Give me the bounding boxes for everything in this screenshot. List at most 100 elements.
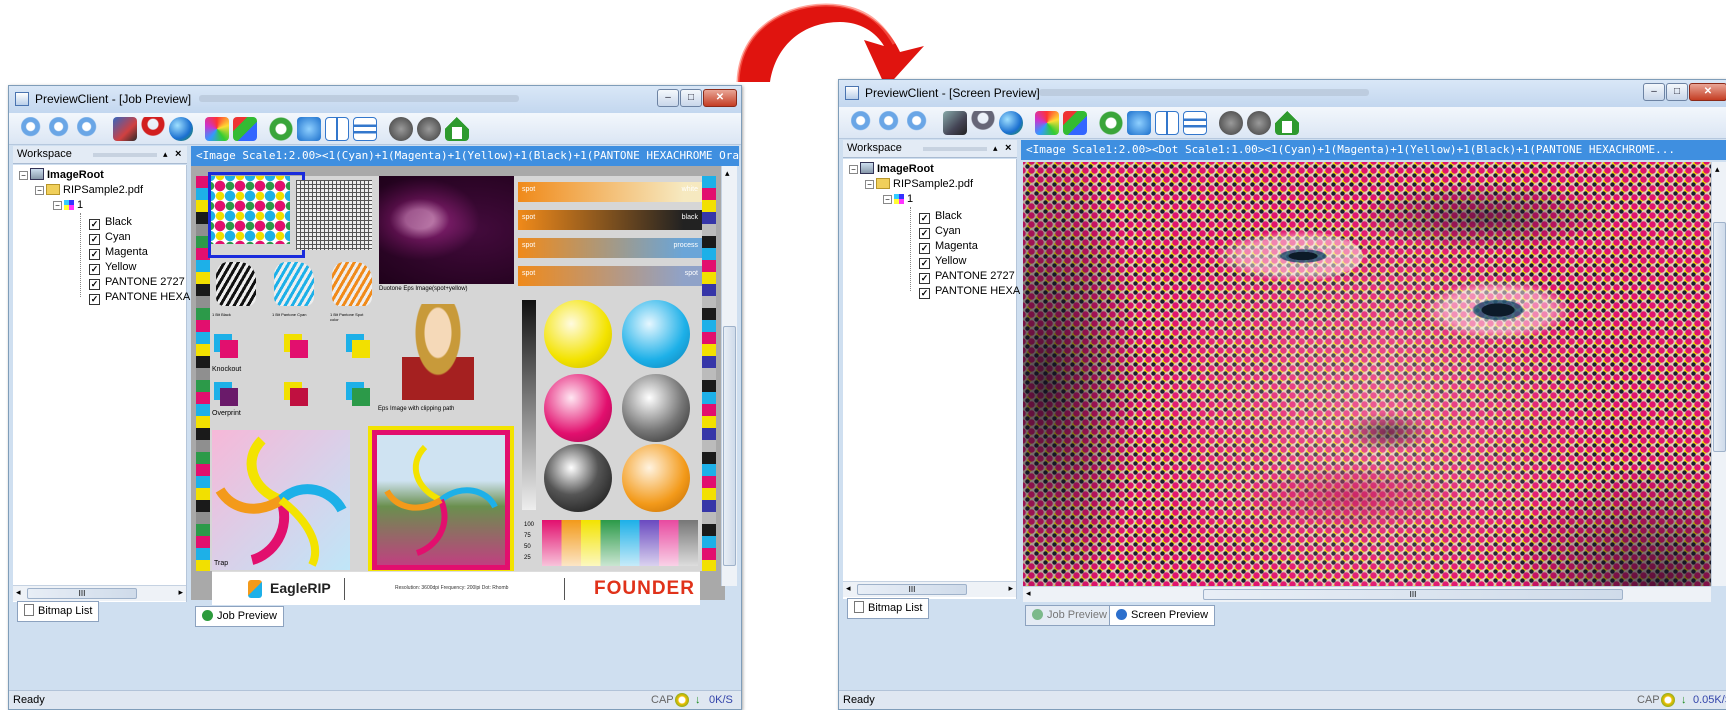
zoom-out-icon[interactable] <box>879 111 903 135</box>
tree-root[interactable]: − ImageRoot <box>19 168 104 182</box>
sep-pantone-2727[interactable]: ✓ PANTONE 2727 <box>919 269 1015 284</box>
bitmap-icon <box>24 604 34 616</box>
sep-magenta[interactable]: ✓ Magenta <box>89 245 148 260</box>
job-preview-tab[interactable]: Job Preview <box>1025 605 1114 626</box>
vscroll-thumb[interactable] <box>723 326 736 566</box>
back-icon[interactable] <box>1219 111 1243 135</box>
workspace-grip <box>923 147 987 151</box>
app-icon <box>15 92 29 106</box>
eaglerip-logo-icon <box>248 580 262 598</box>
forward-icon[interactable] <box>417 117 441 141</box>
zoom-fit-icon[interactable] <box>77 117 101 141</box>
gray-scale-strip <box>522 300 536 510</box>
rows-icon[interactable] <box>1183 111 1207 135</box>
preview-vscroll[interactable]: ▴ <box>721 166 737 586</box>
hscroll-thumb[interactable]: III <box>1203 589 1623 600</box>
color-sep-icon[interactable] <box>1063 111 1087 135</box>
screen-preview-tab[interactable]: Screen Preview <box>1109 605 1216 626</box>
sep-magenta[interactable]: ✓ Magenta <box>919 239 978 254</box>
page-icon[interactable] <box>297 117 321 141</box>
preview-hscroll[interactable]: ◂ III <box>1023 586 1711 602</box>
back-icon[interactable] <box>389 117 413 141</box>
screen-icon[interactable] <box>113 117 137 141</box>
sep-black[interactable]: ✓ Black <box>89 215 132 230</box>
zoom-in-icon[interactable] <box>851 111 875 135</box>
tree-page[interactable]: −1 <box>883 192 913 206</box>
magnet-icon[interactable] <box>971 111 995 135</box>
tree-file[interactable]: − RIPSample2.pdf <box>865 177 973 191</box>
maximize-button[interactable]: □ <box>1666 83 1688 101</box>
palette-icon[interactable] <box>205 117 229 141</box>
close-button[interactable]: ✕ <box>1689 83 1726 101</box>
clipping-path-caption: Eps Image with clipping path <box>378 406 455 412</box>
image-root-icon <box>30 168 44 180</box>
palette-icon[interactable] <box>1035 111 1059 135</box>
home-icon[interactable] <box>445 117 469 141</box>
clipping-path-photo <box>402 304 474 400</box>
speed-text: 0.05K/S <box>1693 694 1726 706</box>
bitmap-list-tab[interactable]: Bitmap List <box>17 601 100 622</box>
speed-text: 0K/S <box>709 694 733 706</box>
close-button[interactable]: ✕ <box>703 89 737 107</box>
columns-icon[interactable] <box>1155 111 1179 135</box>
workspace-hscroll[interactable]: ◂ III ▸ <box>843 581 1016 597</box>
scroll-thumb[interactable]: III <box>27 588 137 599</box>
spot-bar-4: spot spot <box>518 266 702 286</box>
tree-root[interactable]: − ImageRoot <box>849 162 934 176</box>
columns-icon[interactable] <box>325 117 349 141</box>
close-pane-icon[interactable]: × <box>1005 140 1011 157</box>
duotone-photo <box>379 176 514 284</box>
vscroll-thumb[interactable] <box>1713 222 1726 452</box>
globe-icon[interactable] <box>999 111 1023 135</box>
sep-cyan[interactable]: ✓ Cyan <box>89 230 131 245</box>
scroll-thumb[interactable]: III <box>857 584 967 595</box>
close-pane-icon[interactable]: × <box>175 146 181 163</box>
magnet-icon[interactable] <box>141 117 165 141</box>
workspace-grip <box>93 153 157 157</box>
selection-rectangle[interactable] <box>208 172 305 258</box>
sep-pantone-2727[interactable]: ✓ PANTONE 2727 <box>89 275 185 290</box>
sep-cyan[interactable]: ✓ Cyan <box>919 224 961 239</box>
nostril-shadow <box>1343 412 1433 452</box>
rows-icon[interactable] <box>353 117 377 141</box>
sep-yellow[interactable]: ✓ Yellow <box>919 254 966 269</box>
grid-pattern <box>296 180 372 250</box>
tree-page[interactable]: −1 <box>53 198 83 212</box>
zoom-fit-icon[interactable] <box>907 111 931 135</box>
job-preview-tab[interactable]: Job Preview <box>195 606 284 627</box>
bitmap-list-tab[interactable]: Bitmap List <box>847 598 930 619</box>
caps-indicator: CAP <box>1637 694 1660 706</box>
sep-pantone-hexa[interactable]: ✓ PANTONE HEXA <box>919 284 1020 299</box>
folder-icon <box>46 184 60 195</box>
minimize-button[interactable]: – <box>1643 83 1665 101</box>
sep-yellow[interactable]: ✓ Yellow <box>89 260 136 275</box>
page-icon[interactable] <box>1127 111 1151 135</box>
home-icon[interactable] <box>1275 111 1299 135</box>
founder-brand: FOUNDER <box>594 578 695 599</box>
title-extra <box>199 95 519 102</box>
globe-icon[interactable] <box>169 117 193 141</box>
preview-vscroll[interactable]: ▴ <box>1711 162 1726 586</box>
minimize-button[interactable]: – <box>657 89 679 107</box>
forward-icon[interactable] <box>1247 111 1271 135</box>
refresh-icon[interactable] <box>269 117 293 141</box>
screen-icon[interactable] <box>943 111 967 135</box>
eye-left <box>1213 230 1363 282</box>
tint-labels: 100 75 50 25 <box>524 522 535 561</box>
tree-file[interactable]: − RIPSample2.pdf <box>35 183 143 197</box>
download-arrow-icon: ↓ <box>695 694 701 706</box>
pin-icon[interactable]: ▴ <box>993 140 998 157</box>
zoom-in-icon[interactable] <box>21 117 45 141</box>
pin-icon[interactable]: ▴ <box>163 146 168 163</box>
sep-black[interactable]: ✓ Black <box>919 209 962 224</box>
job-preview-icon <box>202 610 213 621</box>
workspace-hscroll[interactable]: ◂ III ▸ <box>13 585 186 601</box>
refresh-icon[interactable] <box>1099 111 1123 135</box>
workspace-tree: − ImageRoot − RIPSample2.pdf −1 ✓ Black ✓ Cy… <box>843 159 1020 599</box>
job-preview-icon <box>1032 609 1043 620</box>
color-sep-icon[interactable] <box>233 117 257 141</box>
zoom-out-icon[interactable] <box>49 117 73 141</box>
sep-pantone-hexa[interactable]: ✓ PANTONE HEXA <box>89 290 190 305</box>
maximize-button[interactable]: □ <box>680 89 702 107</box>
separation-icon <box>64 200 74 210</box>
